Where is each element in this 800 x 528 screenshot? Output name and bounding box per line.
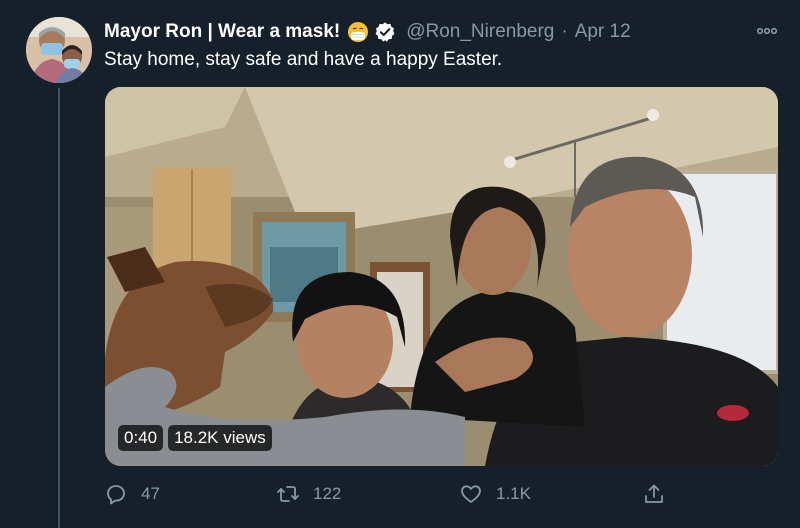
avatar[interactable] <box>26 17 92 83</box>
retweet-button[interactable]: 122 <box>276 480 341 508</box>
display-name[interactable]: Mayor Ron | Wear a mask! <box>104 21 340 43</box>
share-icon <box>645 484 663 503</box>
video-views: 18.2K views <box>168 425 272 451</box>
reply-button[interactable]: 47 <box>104 480 160 508</box>
retweet-icon <box>277 486 299 502</box>
heart-icon <box>461 485 481 503</box>
video-frame <box>105 87 778 466</box>
video-player[interactable]: 0:40 18.2K views <box>105 87 778 466</box>
tweet-actions: 47 122 1.1K <box>104 480 674 508</box>
tweet-text: Stay home, stay safe and have a happy Ea… <box>104 49 503 70</box>
like-button[interactable]: 1.1K <box>459 480 531 508</box>
reply-count: 47 <box>141 484 160 503</box>
video-info-badges: 0:40 18.2K views <box>118 424 272 452</box>
avatar-image <box>26 17 92 83</box>
separator-dot: · <box>561 21 568 42</box>
share-button[interactable] <box>642 480 666 508</box>
retweet-count: 122 <box>313 484 342 503</box>
user-handle[interactable]: @Ron_Nirenberg <box>406 21 554 43</box>
more-options-icon[interactable] <box>756 26 778 36</box>
medical-mask-emoji-icon <box>348 22 369 42</box>
tweet-header: Mayor Ron | Wear a mask! @Ron_Nirenberg … <box>104 18 631 46</box>
video-duration: 0:40 <box>118 425 164 451</box>
tweet[interactable]: Mayor Ron | Wear a mask! @Ron_Nirenberg … <box>0 0 800 528</box>
thread-line <box>58 88 60 528</box>
reply-icon <box>107 485 125 505</box>
tweet-date[interactable]: Apr 12 <box>575 21 631 43</box>
verified-badge-icon <box>375 22 395 42</box>
like-count: 1.1K <box>496 484 531 503</box>
